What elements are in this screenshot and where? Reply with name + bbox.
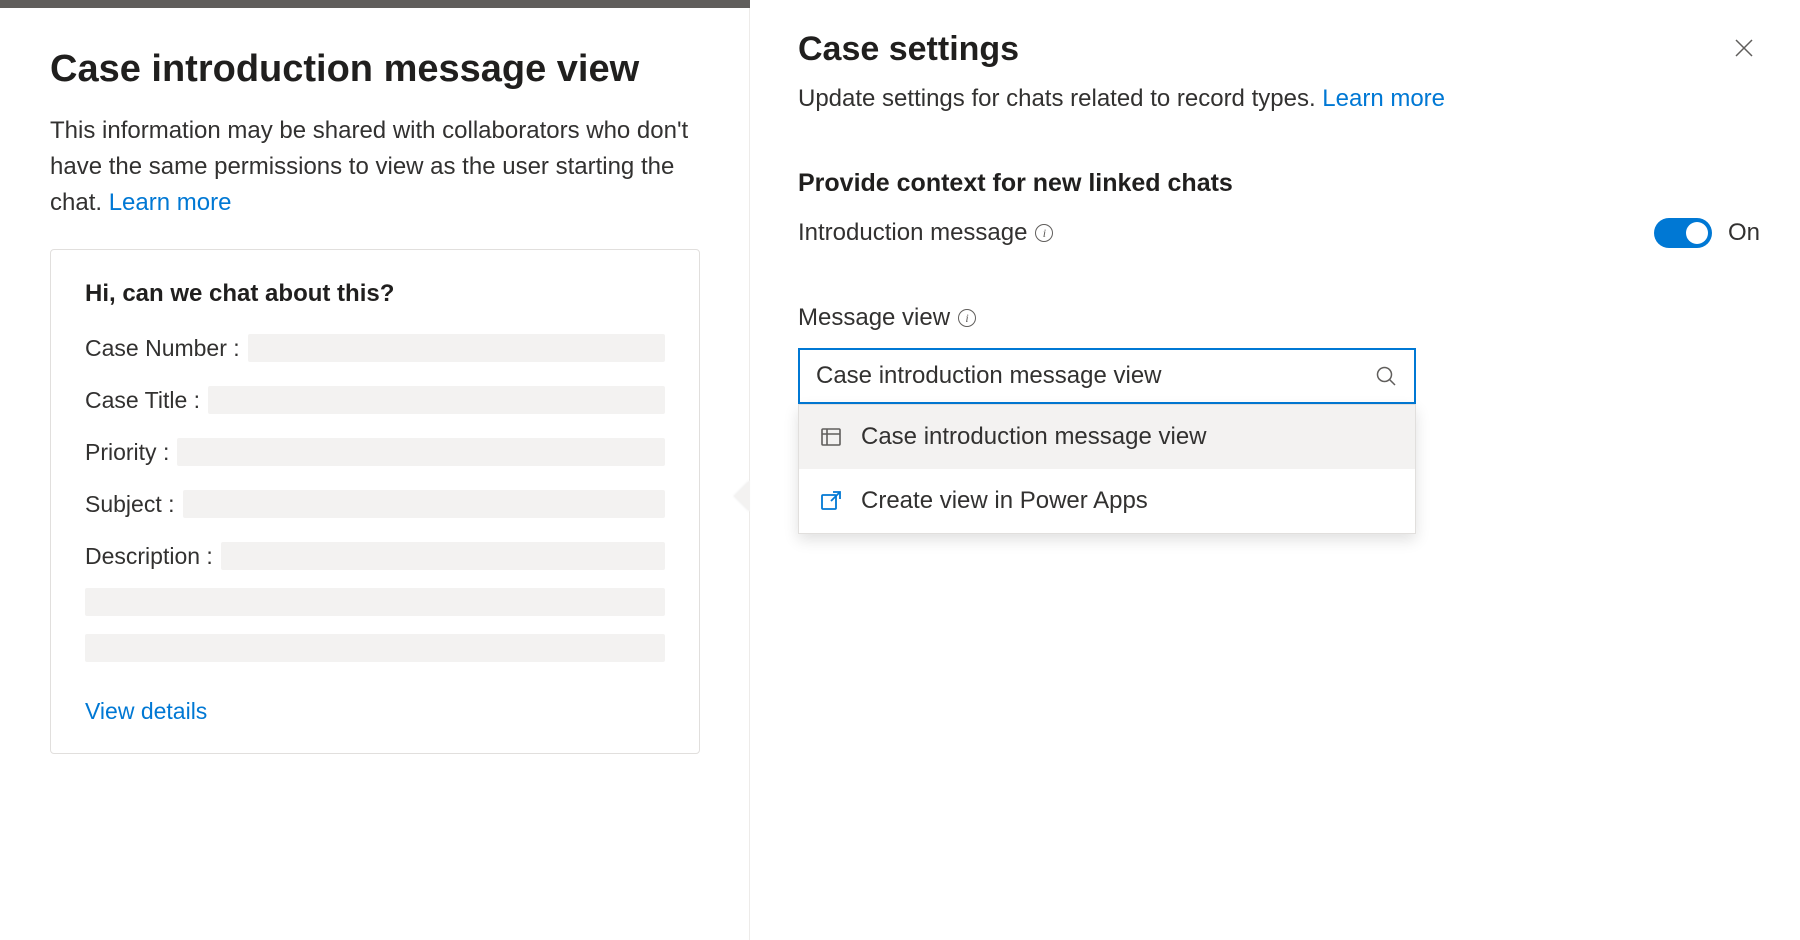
dropdown-item-label: Create view in Power Apps: [861, 487, 1148, 515]
preview-card: Hi, can we chat about this? Case Number …: [50, 249, 700, 754]
introduction-message-label: Introduction message: [798, 219, 1027, 247]
info-icon[interactable]: i: [1035, 224, 1053, 242]
learn-more-link-right[interactable]: Learn more: [1322, 85, 1445, 112]
dropdown-item-existing-view[interactable]: Case introduction message view: [799, 405, 1415, 469]
message-view-combobox: Case introduction message view Create vi…: [798, 348, 1416, 404]
field-placeholder: [85, 634, 665, 662]
field-row-description: Description :: [85, 542, 665, 570]
field-placeholder: [248, 334, 665, 362]
field-label-subject: Subject :: [85, 491, 175, 518]
message-view-input-box[interactable]: [798, 348, 1416, 404]
callout-arrow-icon: [734, 480, 750, 512]
card-greeting: Hi, can we chat about this?: [85, 280, 665, 308]
field-placeholder: [85, 588, 665, 616]
dropdown-item-create-view[interactable]: Create view in Power Apps: [799, 469, 1415, 533]
field-row-priority: Priority :: [85, 438, 665, 466]
message-view-label: Message view: [798, 304, 950, 332]
open-external-icon: [819, 489, 843, 513]
toggle-state-label: On: [1728, 219, 1760, 247]
field-placeholder: [221, 542, 665, 570]
description-extra-lines: [85, 588, 665, 662]
dropdown-item-label: Case introduction message view: [861, 423, 1207, 451]
close-icon: [1732, 36, 1756, 60]
field-label-case-number: Case Number :: [85, 335, 240, 362]
field-label-priority: Priority :: [85, 439, 169, 466]
message-view-dropdown: Case introduction message view Create vi…: [798, 404, 1416, 534]
field-row-case-title: Case Title :: [85, 386, 665, 414]
close-button[interactable]: [1730, 34, 1758, 62]
toggle-knob: [1686, 222, 1708, 244]
introduction-message-toggle[interactable]: [1654, 218, 1712, 248]
message-view-input[interactable]: [816, 362, 1374, 390]
search-icon: [1374, 364, 1398, 388]
field-placeholder: [177, 438, 665, 466]
field-row-case-number: Case Number :: [85, 334, 665, 362]
preview-panel: Case introduction message view This info…: [0, 0, 750, 940]
preview-description: This information may be shared with coll…: [50, 113, 700, 221]
field-placeholder: [183, 490, 666, 518]
section-heading: Provide context for new linked chats: [798, 169, 1760, 198]
introduction-message-row: Introduction message i On: [798, 218, 1760, 248]
settings-description-text: Update settings for chats related to rec…: [798, 85, 1322, 112]
toggle-label-group: Introduction message i: [798, 219, 1053, 247]
view-details-link[interactable]: View details: [85, 698, 207, 725]
settings-panel: Case settings Update settings for chats …: [750, 0, 1800, 940]
message-view-label-group: Message view i: [798, 304, 1760, 332]
field-label-description: Description :: [85, 543, 213, 570]
field-row-subject: Subject :: [85, 490, 665, 518]
preview-title: Case introduction message view: [50, 48, 700, 91]
toggle-control: On: [1654, 218, 1760, 248]
field-placeholder: [208, 386, 665, 414]
settings-title: Case settings: [798, 30, 1760, 69]
settings-description: Update settings for chats related to rec…: [798, 85, 1760, 113]
view-icon: [819, 425, 843, 449]
field-label-case-title: Case Title :: [85, 387, 200, 414]
info-icon[interactable]: i: [958, 309, 976, 327]
learn-more-link-left[interactable]: Learn more: [109, 189, 232, 216]
